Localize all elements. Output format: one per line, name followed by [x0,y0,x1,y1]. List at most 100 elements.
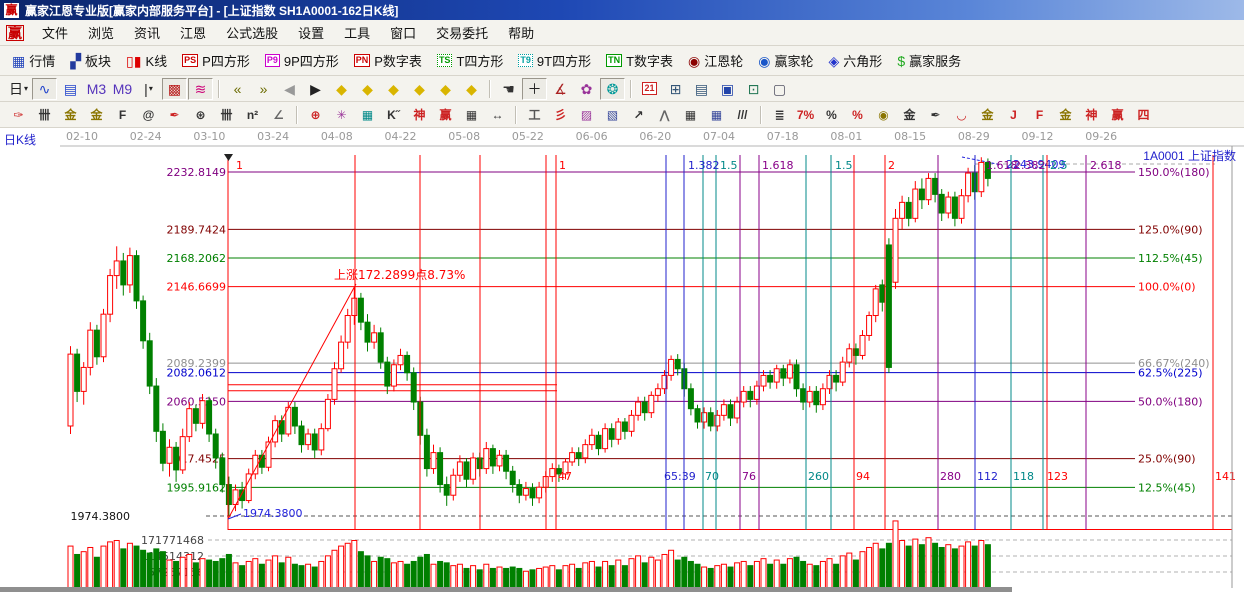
pct-line-tool-icon[interactable]: % [845,104,870,126]
hexagon-button[interactable]: ◈ 六角形 [823,47,889,74]
hatch-tool-icon[interactable]: /// [730,104,755,126]
ying-angle-tool-icon[interactable]: 赢 [1105,104,1130,126]
notepad-icon[interactable]: ▤ [689,78,714,100]
shen-angle-tool-icon[interactable]: 神 [1079,104,1104,126]
grid-tool-icon[interactable]: 卌 [32,104,57,126]
menu-交易委托[interactable]: 交易委托 [426,19,498,46]
zigzag-tool-icon[interactable]: ⋀ [652,104,677,126]
wave-box-tool-icon[interactable]: ◡ [949,104,974,126]
spiral-tool-icon[interactable]: @ [136,104,161,126]
target-tool-icon[interactable]: ⊕ [303,104,328,126]
horizontal-scrollbar[interactable] [0,587,1012,592]
pattern-icon[interactable]: ▩ [162,77,187,100]
menu-浏览[interactable]: 浏览 [78,19,124,46]
9t-square-button[interactable]: T9 9T四方形 [512,47,597,74]
k2-tool-icon[interactable]: K˝ [381,104,406,126]
menu-江恩[interactable]: 江恩 [170,19,216,46]
comb-tool-icon[interactable]: 卌 [214,104,239,126]
next-bar-icon[interactable]: ▶ [303,78,328,100]
shrink-all-icon[interactable]: ◆ [459,78,484,100]
beam-tool-icon[interactable]: 工 [522,104,547,126]
grid-a-tool-icon[interactable]: ▦ [678,104,703,126]
menu-窗口[interactable]: 窗口 [380,19,426,46]
menu-公式选股[interactable]: 公式选股 [216,19,288,46]
shift-right-icon[interactable]: ◆ [355,78,380,100]
first-bar-icon[interactable]: « [225,78,250,100]
map-tool-icon[interactable]: ❂ [600,77,625,100]
knife-tool-icon[interactable]: ✒ [923,104,948,126]
t-table-button[interactable]: TN T数字表 [600,47,679,74]
angle-measure-icon[interactable]: ∡ [548,78,573,100]
grid-b-tool-icon[interactable]: ▦ [704,104,729,126]
fan-tool-icon[interactable]: 彡 [548,104,573,126]
quotes-button[interactable]: ▦ 行情 [6,47,61,74]
gold-grid2-tool-icon[interactable]: 金 [84,104,109,126]
overlay-mode-icon[interactable]: ∿ [32,77,57,100]
menu-帮助[interactable]: 帮助 [498,19,544,46]
shift-left-icon[interactable]: ◆ [329,78,354,100]
n2-tool-icon[interactable]: n² [240,104,265,126]
gold-grid-tool-icon[interactable]: 金 [58,104,83,126]
gold-angle-tool-icon[interactable]: 金 [1053,104,1078,126]
circle-grid-tool-icon[interactable]: ⊛ [188,104,213,126]
volume-profile-icon[interactable]: ≋ [188,77,213,100]
network-icon[interactable]: ⊡ [741,78,766,100]
p-table-button[interactable]: PN P数字表 [348,47,428,74]
blue-box-tool-icon[interactable]: ▧ [600,104,625,126]
pattern-icon-glyph: ▩ [167,80,182,97]
period-day-dropdown[interactable]: 日 ▾ [6,78,31,100]
menu-工具[interactable]: 工具 [334,19,380,46]
prev-bar-icon[interactable]: ◀ [277,78,302,100]
p-square-button-label: P四方形 [202,54,250,69]
angle-pen-tool-icon[interactable]: ∠ [266,104,291,126]
kline-chart[interactable]: 02-10 02-24 03-10 03-24 04-08 04-22 05-08 05-22… [0,128,1244,592]
gold-line-tool-icon[interactable]: 金 [897,104,922,126]
f-angle-tool-icon[interactable]: F [1027,104,1052,126]
calculator-icon[interactable]: ⊞ [663,78,688,100]
ying-tool-icon[interactable]: 赢 [433,104,458,126]
9t-square-button-label: 9T四方形 [536,54,592,69]
candle-style-dropdown[interactable]: | ▾ [136,78,161,100]
pct7-tool-icon[interactable]: 7% [793,104,818,126]
levels-tool-icon[interactable]: ≣ [767,104,792,126]
net-square-tool-icon[interactable]: ▦ [355,104,380,126]
wave-3-icon[interactable]: M3 [84,78,109,100]
shrink-x-icon[interactable]: ◆ [407,78,432,100]
arrow-line-tool-icon[interactable]: ↗ [626,104,651,126]
menu-文件[interactable]: 文件 [32,19,78,46]
t-square-button[interactable]: TS T四方形 [431,47,509,74]
j-angle-tool-icon[interactable]: J [1001,104,1026,126]
calendar-icon[interactable]: 21 [637,78,662,100]
width-tool-icon[interactable]: ↔ [485,104,510,126]
f-grid-tool-icon[interactable]: F [110,104,135,126]
shen-tool-icon[interactable]: 神 [407,104,432,126]
gold-circle-tool-icon[interactable]: ◉ [871,104,896,126]
menu-设置[interactable]: 设置 [288,19,334,46]
hand-tool-icon[interactable]: ☚ [496,78,521,100]
wave-9-icon[interactable]: M9 [110,78,135,100]
purple-box-tool-icon[interactable]: ▨ [574,104,599,126]
save-icon[interactable]: ▣ [715,78,740,100]
9p-square-button[interactable]: P9 9P四方形 [259,47,345,74]
expand-x-icon[interactable]: ◆ [381,78,406,100]
brush-tool-icon[interactable]: ✑ [6,104,31,126]
computer-icon[interactable]: ▢ [767,78,792,100]
grid123-tool-icon[interactable]: ▦ [459,104,484,126]
ruler-pen-tool-icon[interactable]: ✒ [162,104,187,126]
info-note-icon[interactable]: ▤ [58,78,83,100]
kline-button[interactable]: ▯▮ K线 [120,47,173,74]
four-angle-tool-icon[interactable]: 四 [1131,104,1156,126]
crosshair-tool-icon[interactable]: ＋ [522,77,547,100]
expand-all-icon[interactable]: ◆ [433,78,458,100]
menu-资讯[interactable]: 资讯 [124,19,170,46]
p-square-button[interactable]: PS P四方形 [176,47,256,74]
pct-tool-icon[interactable]: % [819,104,844,126]
sectors-button[interactable]: ▞ 板块 [64,47,117,74]
winner-wheel-button[interactable]: ◉ 赢家轮 [752,47,819,74]
star-tool-icon[interactable]: ✳ [329,104,354,126]
winner-service-button[interactable]: $ 赢家服务 [891,47,967,74]
flower-tool-icon[interactable]: ✿ [574,78,599,100]
gold-line2-tool-icon[interactable]: 金 [975,104,1000,126]
last-bar-icon[interactable]: » [251,78,276,100]
gann-wheel-button[interactable]: ◉ 江恩轮 [682,47,749,74]
